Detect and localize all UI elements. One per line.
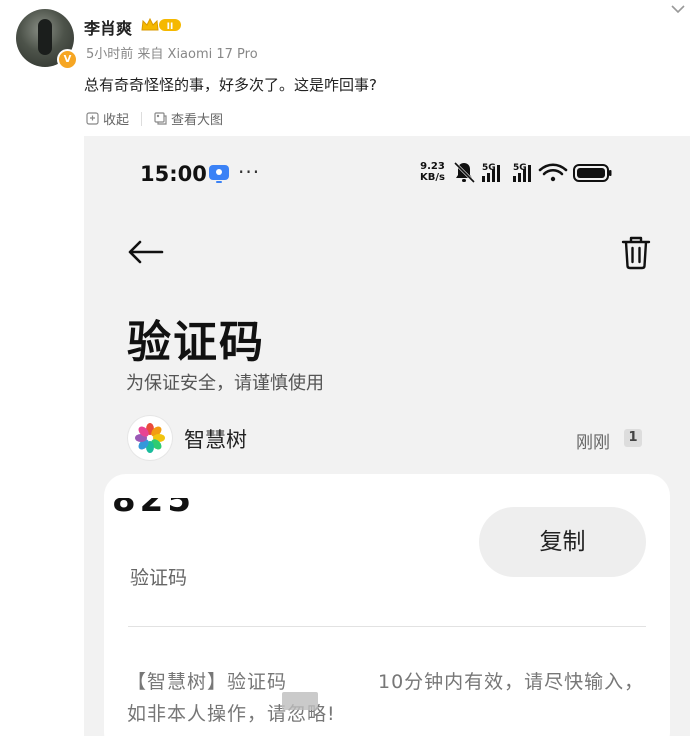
network-speed: 9.23 KB/s [420,161,445,183]
sms-message-line-1-tail: 10分钟内有效，请尽快输入， [378,671,645,693]
verification-code-value: 825 [112,498,216,512]
network-speed-unit: KB/s [420,172,445,183]
copy-button[interactable]: 复制 [479,507,646,577]
status-bar-icons: 5G 5G [453,161,612,184]
sender-logo-icon [128,416,172,460]
collapse-label: 收起 [103,113,130,128]
mute-bell-icon [453,161,476,184]
sms-message-line-1: 【智慧树】验证码 [127,671,288,693]
network-speed-value: 9.23 [420,161,445,172]
view-large-image-label: 查看大图 [171,113,224,128]
collapse-icon [86,112,99,125]
signal-5g-icon-2: 5G [513,163,531,182]
view-large-image-button[interactable]: 查看大图 [154,109,223,128]
notification-app-icon [209,165,229,183]
trash-icon[interactable] [620,234,652,270]
vip-level: II [167,22,174,32]
sim-slot-badge: 1 [624,429,642,447]
vip-crown-badge-icon: II [141,17,181,32]
collapse-button[interactable]: 收起 [86,109,129,128]
battery-icon [573,164,612,182]
chevron-down-icon[interactable] [669,2,687,16]
username[interactable]: 李肖爽 [84,15,132,39]
message-time: 刚刚 [576,433,610,453]
verification-code-label: 验证码 [130,567,188,589]
status-bar-time: 15:00 [140,162,207,186]
signal-5g-icon-1: 5G [482,163,500,182]
page-subtitle: 为保证安全，请谨慎使用 [126,373,324,394]
redaction-smudge [282,692,318,710]
post-image[interactable]: 15:00 ··· 9.23 KB/s 5G 5G 验证码 为保证安全，请谨慎使… [84,136,690,736]
redaction-mask [287,662,379,696]
sender-name: 智慧树 [184,428,247,452]
page-title: 验证码 [127,317,265,368]
post-text: 总有奇奇怪怪的事，好多次了。这是咋回事? [84,76,377,94]
action-divider [141,111,143,126]
verified-badge-icon: V [57,49,78,70]
wifi-icon [538,163,568,182]
card-divider [128,626,646,627]
verification-code-text: 825 [112,498,216,512]
status-bar-more: ··· [238,160,261,184]
post-actions: 收起 查看大图 [86,109,223,128]
back-arrow-icon[interactable] [126,237,166,267]
post-meta: 5小时前 来自 Xiaomi 17 Pro [86,47,258,62]
image-icon [154,112,167,125]
